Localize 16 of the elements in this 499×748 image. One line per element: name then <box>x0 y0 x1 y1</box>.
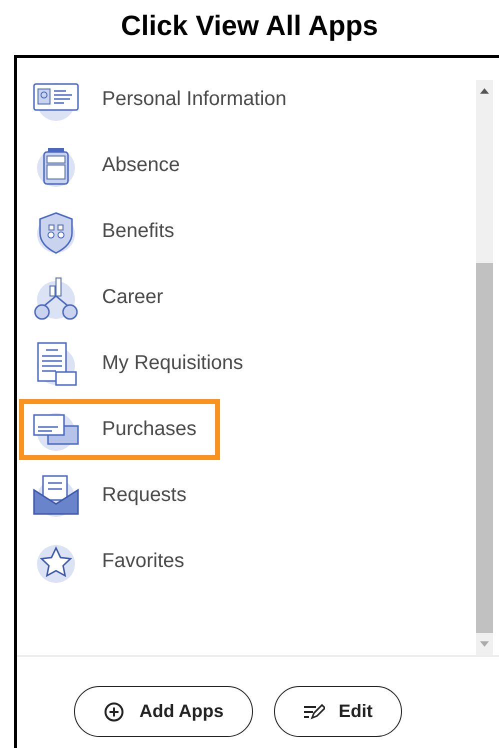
plus-circle-icon <box>103 702 126 722</box>
app-item[interactable]: My Requisitions <box>19 333 266 394</box>
scroll-up-icon[interactable] <box>480 88 489 94</box>
edit-button[interactable]: Edit <box>274 686 402 737</box>
add-apps-button[interactable]: Add Apps <box>74 686 253 737</box>
app-item[interactable]: Benefits <box>19 201 198 262</box>
app-item[interactable]: Career <box>19 267 186 328</box>
app-item[interactable]: Purchases <box>19 399 220 460</box>
app-item[interactable]: Requests <box>19 465 210 526</box>
app-item[interactable]: Favorites <box>19 531 208 592</box>
scroll-down-icon[interactable] <box>480 641 489 647</box>
page-heading: Click View All Apps <box>120 8 380 43</box>
edit-icon <box>302 702 325 722</box>
app-item[interactable]: Personal Information <box>19 69 310 130</box>
scrollbar[interactable] <box>476 80 493 655</box>
app-item[interactable]: Absence <box>19 135 203 196</box>
